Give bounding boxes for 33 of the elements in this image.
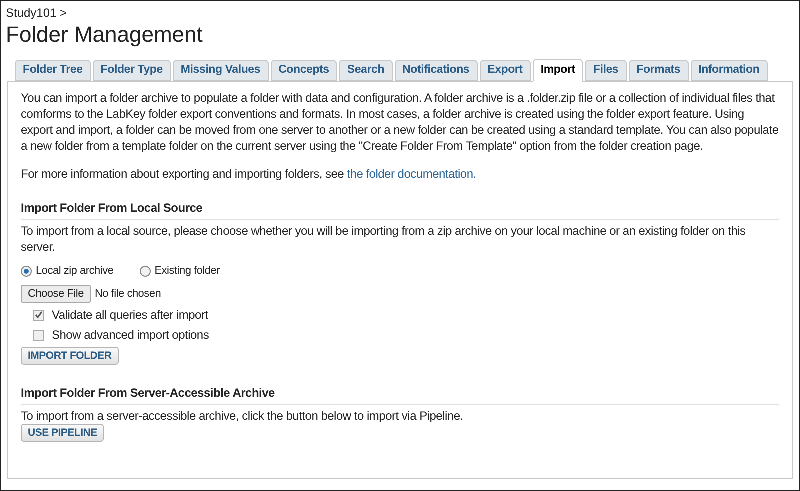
tab[interactable]: Notifications — [394, 60, 478, 81]
breadcrumb[interactable]: Study101 > — [6, 6, 794, 20]
tab[interactable]: Folder Type — [92, 60, 171, 81]
intro-paragraph: You can import a folder archive to populate a folder with data and configuration. A folder archive is a .folder.zip file or a collection of individual files that comforms to the LabKey folder export conventions and formats. In most cases, a folder archive is created using the folder export feature. Using export and import, a folder can be moved from one server to another or a new folder can be created using a standard template. You can also populate a new folder from a template folder on the current server using the "Create Folder From Template" option from the folder creation page. — [21, 90, 779, 154]
radio-button[interactable] — [140, 266, 151, 276]
radio-label: Local zip archive — [36, 264, 114, 279]
radio-button[interactable] — [21, 266, 32, 276]
checkbox-label: Show advanced import options — [52, 327, 210, 343]
tab[interactable]: Missing Values — [172, 60, 269, 81]
import-folder-button[interactable]: IMPORT FOLDER — [21, 347, 119, 365]
tab[interactable]: Concepts — [270, 60, 338, 81]
tab[interactable]: Files — [585, 60, 627, 81]
radio-label: Existing folder — [154, 264, 220, 279]
tab[interactable]: Import — [532, 59, 584, 82]
documentation-link[interactable]: the folder documentation. — [347, 167, 476, 181]
section-description: To import from a server-accessible archive, click the button below to import via Pipeline. — [21, 408, 464, 424]
tab[interactable]: Search — [339, 60, 393, 81]
checkmark-icon — [34, 311, 42, 319]
file-status-text: No file chosen — [94, 287, 162, 302]
checkbox[interactable] — [33, 330, 44, 340]
more-info-text: For more information about exporting and importing folders, see the folder documentation. — [21, 166, 478, 182]
use-pipeline-button[interactable]: USE PIPELINE — [21, 424, 104, 442]
page-title: Folder Management — [6, 21, 204, 49]
section-heading: Import Folder From Server-Accessible Archive — [21, 385, 779, 405]
tab[interactable]: Information — [690, 60, 768, 81]
tab[interactable]: Export — [480, 60, 531, 81]
checkbox[interactable] — [33, 310, 44, 320]
tab[interactable]: Formats — [628, 60, 689, 81]
section-heading: Import Folder From Local Source — [21, 200, 779, 220]
choose-file-button[interactable]: Choose File — [21, 285, 91, 303]
section-description: To import from a local source, please choose whether you will be importing from a zip archive on your local machine or an existing folder on this server. — [21, 223, 747, 255]
tab[interactable]: Folder Tree — [15, 60, 91, 81]
checkbox-label: Validate all queries after import — [52, 307, 208, 323]
